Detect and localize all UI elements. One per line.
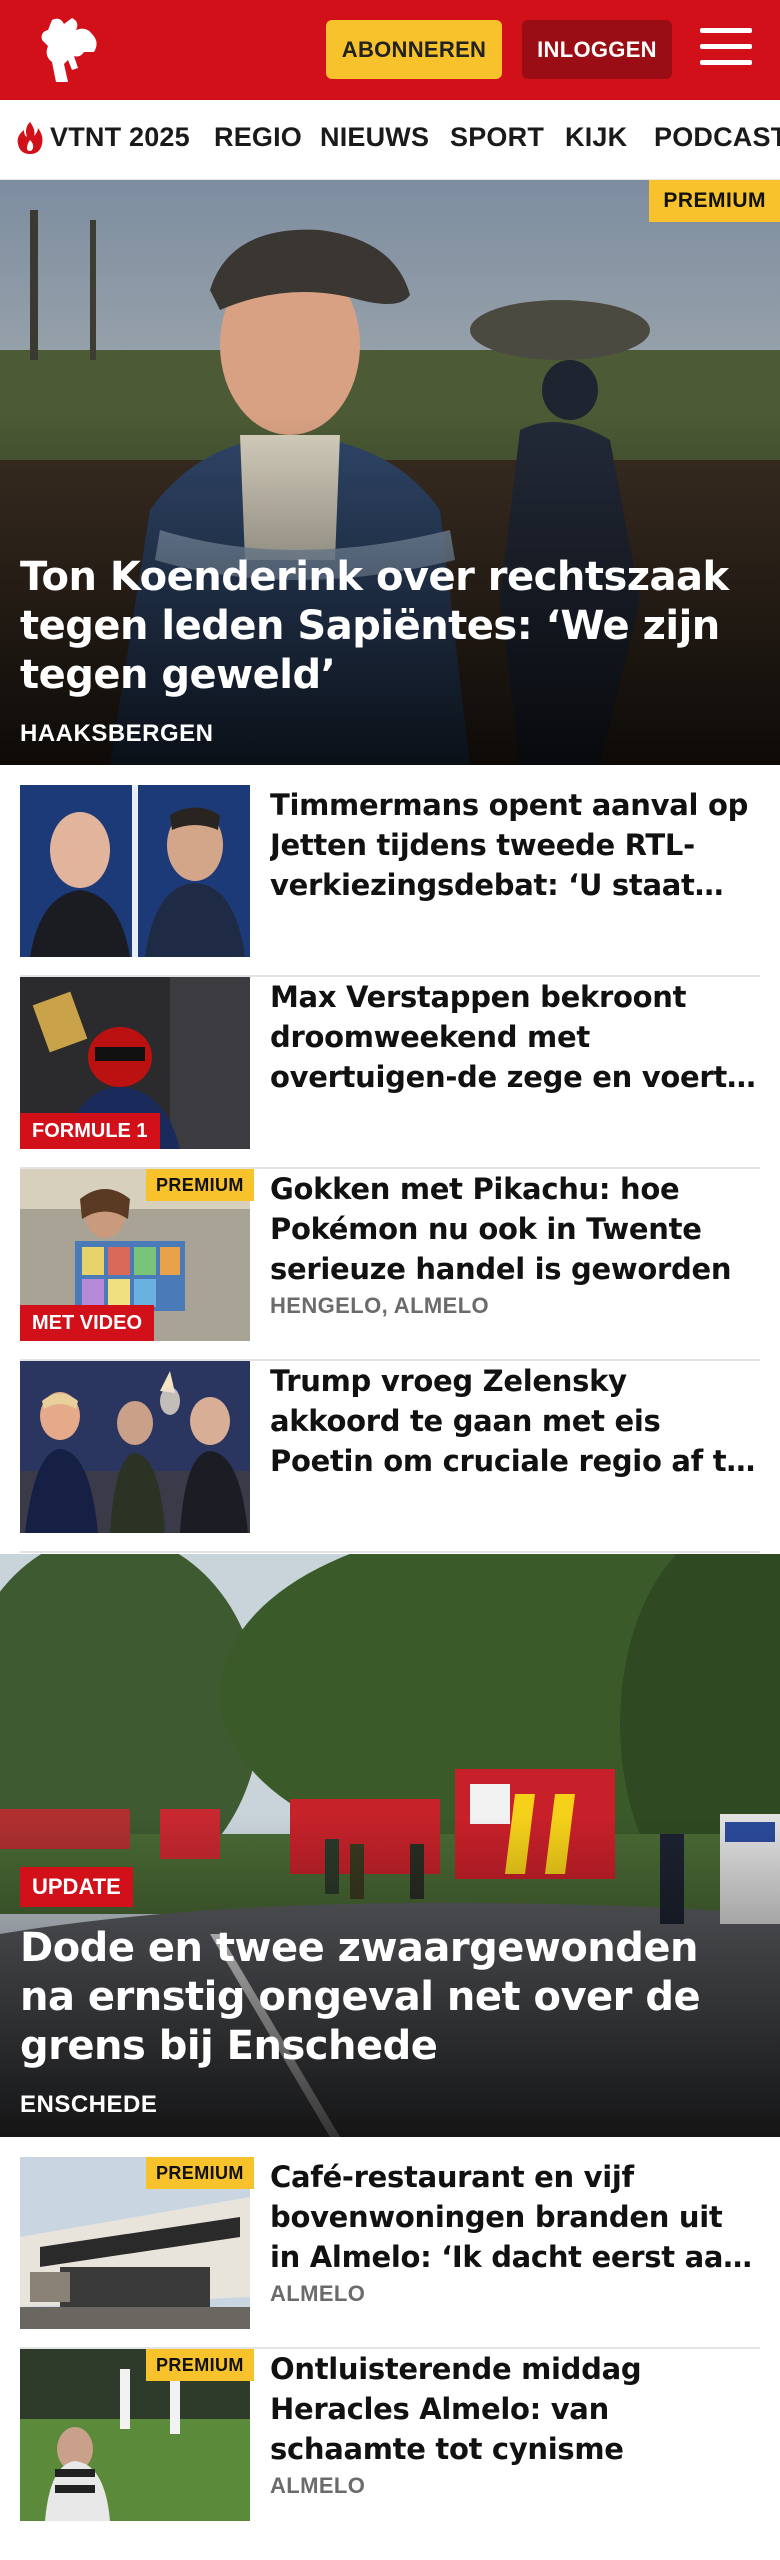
- article-title[interactable]: Max Verstappen bekroont droomweekend met…: [270, 977, 760, 1097]
- subscribe-button[interactable]: ABONNEREN: [326, 20, 502, 79]
- flame-icon: [17, 122, 43, 154]
- list-item[interactable]: PREMIUM Ontluisterende middag Heracles A…: [20, 2349, 760, 2541]
- video-tag: MET VIDEO: [20, 1305, 155, 1341]
- hamburger-menu-icon[interactable]: [700, 28, 752, 72]
- article-location: HENGELO, ALMELO: [270, 1293, 490, 1318]
- article-title[interactable]: Trump vroeg Zelensky akkoord te gaan met…: [270, 1361, 760, 1481]
- nav-item-regio[interactable]: REGIO: [214, 122, 302, 153]
- hero-location: HAAKSBERGEN: [20, 720, 214, 747]
- article-title[interactable]: Gokken met Pikachu: hoe Pokémon nu ook i…: [270, 1169, 760, 1289]
- article-title[interactable]: Timmermans opent aanval op Jetten tijden…: [270, 785, 760, 905]
- horse-logo-icon[interactable]: [34, 12, 106, 88]
- article-title[interactable]: Café-restaurant en vijf bovenwoningen br…: [270, 2157, 760, 2277]
- nav-item-sport[interactable]: SPORT: [450, 122, 544, 153]
- category-tag: FORMULE 1: [20, 1113, 160, 1149]
- hero-article-koenderink[interactable]: PREMIUM Ton Koenderink over rechtszaak t…: [0, 180, 780, 765]
- article-thumbnail: [20, 785, 250, 957]
- article-title[interactable]: Ontluisterende middag Heracles Almelo: v…: [270, 2349, 760, 2469]
- nav-item-vtnt-2025[interactable]: VTNT 2025: [50, 122, 190, 153]
- hero-location: ENSCHEDE: [20, 2091, 158, 2118]
- hero-title[interactable]: Dode en twee zwaargewonden na ernstig on…: [20, 1924, 760, 2071]
- list-item[interactable]: Timmermans opent aanval op Jetten tijden…: [20, 785, 760, 977]
- update-badge: UPDATE: [20, 1867, 133, 1907]
- hero-article-ongeval[interactable]: UPDATE Dode en twee zwaargewonden na ern…: [0, 1554, 780, 2137]
- login-button[interactable]: INLOGGEN: [522, 20, 672, 79]
- hero-title[interactable]: Ton Koenderink over rechtszaak tegen led…: [20, 553, 760, 700]
- list-item[interactable]: PREMIUM MET VIDEO Gokken met Pikachu: ho…: [20, 1169, 760, 1361]
- article-thumbnail: [20, 1361, 250, 1533]
- list-item[interactable]: Trump vroeg Zelensky akkoord te gaan met…: [20, 1361, 760, 1553]
- nav-item-nieuws[interactable]: NIEUWS: [320, 122, 429, 153]
- top-header: ABONNEREN INLOGGEN: [0, 0, 780, 100]
- article-location: ALMELO: [270, 2473, 366, 2498]
- premium-badge: PREMIUM: [146, 1169, 254, 1201]
- premium-badge: PREMIUM: [146, 2157, 254, 2189]
- nav-item-podcast[interactable]: PODCAST: [654, 122, 780, 153]
- article-location: ALMELO: [270, 2281, 366, 2306]
- nav-item-kijk[interactable]: KIJK: [565, 122, 627, 153]
- premium-badge: PREMIUM: [146, 2349, 254, 2381]
- list-item[interactable]: FORMULE 1 Max Verstappen bekroont droomw…: [20, 977, 760, 1169]
- main-nav: VTNT 2025 REGIO NIEUWS SPORT KIJK PODCAS…: [0, 100, 780, 180]
- premium-badge: PREMIUM: [649, 180, 780, 222]
- list-item[interactable]: PREMIUM Café-restaurant en vijf bovenwon…: [20, 2157, 760, 2349]
